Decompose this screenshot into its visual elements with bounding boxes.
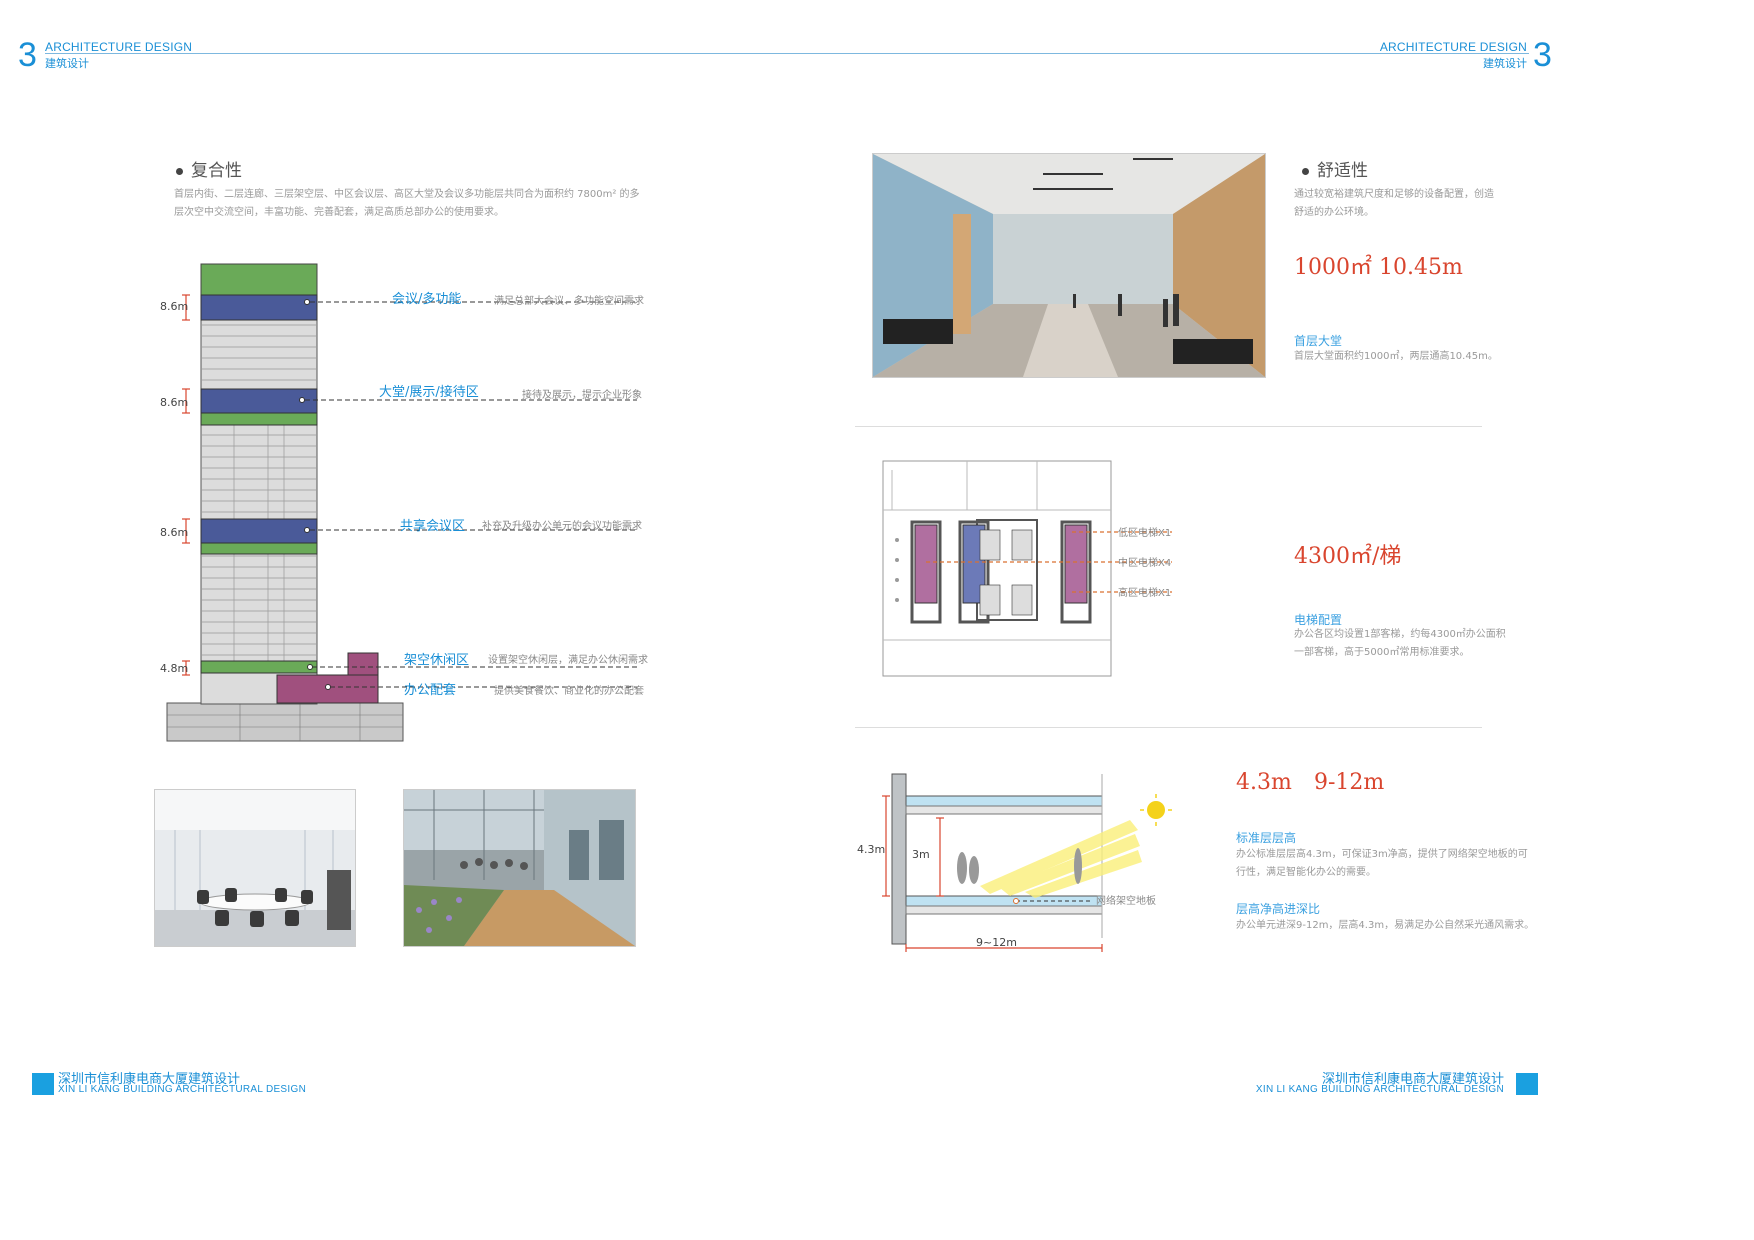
elevator-low-label: 低区电梯X1 [1118, 528, 1172, 539]
divider-2 [855, 727, 1482, 728]
footer-right-en: XIN LI KANG BUILDING ARCHITECTURAL DESIG… [1255, 1084, 1504, 1095]
callout-note-lobby: 接待及展示，提示企业形象 [522, 390, 642, 401]
callout-note-shared: 补充及升级办公单元的会议功能需求 [482, 521, 642, 532]
section-title-comfort: 舒适性 [1302, 156, 1368, 181]
podium-base [166, 702, 404, 742]
callout-label-amenities: 办公配套 [404, 683, 457, 698]
elevator-mid-label: 中区电梯X4 [1118, 558, 1172, 569]
header-rule [45, 53, 1529, 54]
footer-right-square [1516, 1073, 1538, 1095]
callout-note-amenities: 提供美食餐饮、商业化的办公配套 [494, 686, 644, 697]
bullet-icon [176, 167, 183, 175]
elevator-ratio: 4300㎡/梯 [1294, 544, 1402, 569]
header-left-en: ARCHITECTURE DESIGN [45, 40, 193, 54]
shared-green-band [200, 542, 318, 555]
header-right-number: 3 [1533, 36, 1552, 74]
elevator-high-label: 高区电梯X1 [1118, 588, 1172, 599]
shared-meeting-band [200, 518, 318, 544]
height-label-2: 8.6m [160, 396, 189, 409]
floor-section-diagram [882, 773, 1172, 952]
callout-label-lounge: 架空休闲区 [404, 653, 470, 668]
callout-label-meeting: 会议/多功能 [392, 292, 462, 307]
floor-height-label: 4.3m [857, 843, 886, 856]
callout-note-meeting: 满足总部大会议、多功能空间需求 [494, 296, 644, 307]
callout-label-shared: 共享会议区 [400, 519, 466, 534]
callout-label-lobby: 大堂/展示/接待区 [379, 385, 479, 400]
raised-floor-label: 网络架空地板 [1096, 896, 1156, 907]
depth-label: 9~12m [976, 936, 1017, 949]
comfort-intro: 通过较宽裕建筑尺度和足够的设备配置，创造 舒适的办公环境。 [1294, 189, 1494, 218]
lobby-subtext: 首层大堂面积约1000㎡，两层通高10.45m。 [1294, 351, 1498, 362]
floor-subtext-1: 办公标准层层高4.3m，可保证3m净高，提供了网络架空地板的可 行性，满足智能化… [1236, 849, 1528, 878]
header-right-cn: 建筑设计 [1483, 57, 1527, 70]
callout-note-lounge: 设置架空休闲层，满足办公休闲需求 [488, 655, 648, 666]
elevator-core-plan [882, 460, 1172, 677]
header-right-en: ARCHITECTURE DESIGN [1379, 40, 1527, 54]
lobby-subtitle: 首层大堂 [1294, 334, 1343, 348]
height-label-3: 8.6m [160, 526, 189, 539]
elevator-subtext: 办公各区均设置1部客梯，约每4300㎡办公面积 一部客梯，高于5000㎡常用标准… [1294, 629, 1506, 658]
floor-subtitle-2: 层高净高进深比 [1236, 902, 1321, 916]
section-title-composite: 复合性 [176, 156, 242, 181]
composite-intro: 首层内街、二层连廊、三层架空层、中区会议层、高区大堂及会议多功能层共同合为面积约… [174, 189, 640, 218]
lobby-green-band [200, 412, 318, 426]
sky-garden-photo [403, 789, 636, 947]
footer-left-en: XIN LI KANG BUILDING ARCHITECTURAL DESIG… [58, 1084, 307, 1095]
height-label-4: 4.8m [160, 662, 189, 675]
bullet-icon [1302, 167, 1309, 175]
lobby-rendering [872, 153, 1266, 378]
header-left-number: 3 [18, 36, 37, 74]
roof-green-band [200, 263, 318, 296]
floor-depth-value: 9-12m [1314, 770, 1385, 795]
meeting-band [200, 294, 318, 321]
header-left-cn: 建筑设计 [45, 57, 89, 70]
clear-height-label: 3m [912, 848, 930, 861]
lobby-metrics: 1000㎡ 10.45m [1294, 255, 1463, 280]
floor-height-value: 4.3m [1236, 770, 1292, 795]
sky-lounge-band [200, 660, 318, 674]
floor-subtext-2: 办公单元进深9-12m，层高4.3m，易满足办公自然采光通风需求。 [1236, 920, 1535, 931]
footer-left-square [32, 1073, 54, 1095]
divider-1 [855, 426, 1482, 427]
height-label-1: 8.6m [160, 300, 189, 313]
building-section-diagram [166, 263, 637, 742]
floor-subtitle-1: 标准层层高 [1236, 831, 1297, 845]
meeting-room-photo [154, 789, 356, 947]
